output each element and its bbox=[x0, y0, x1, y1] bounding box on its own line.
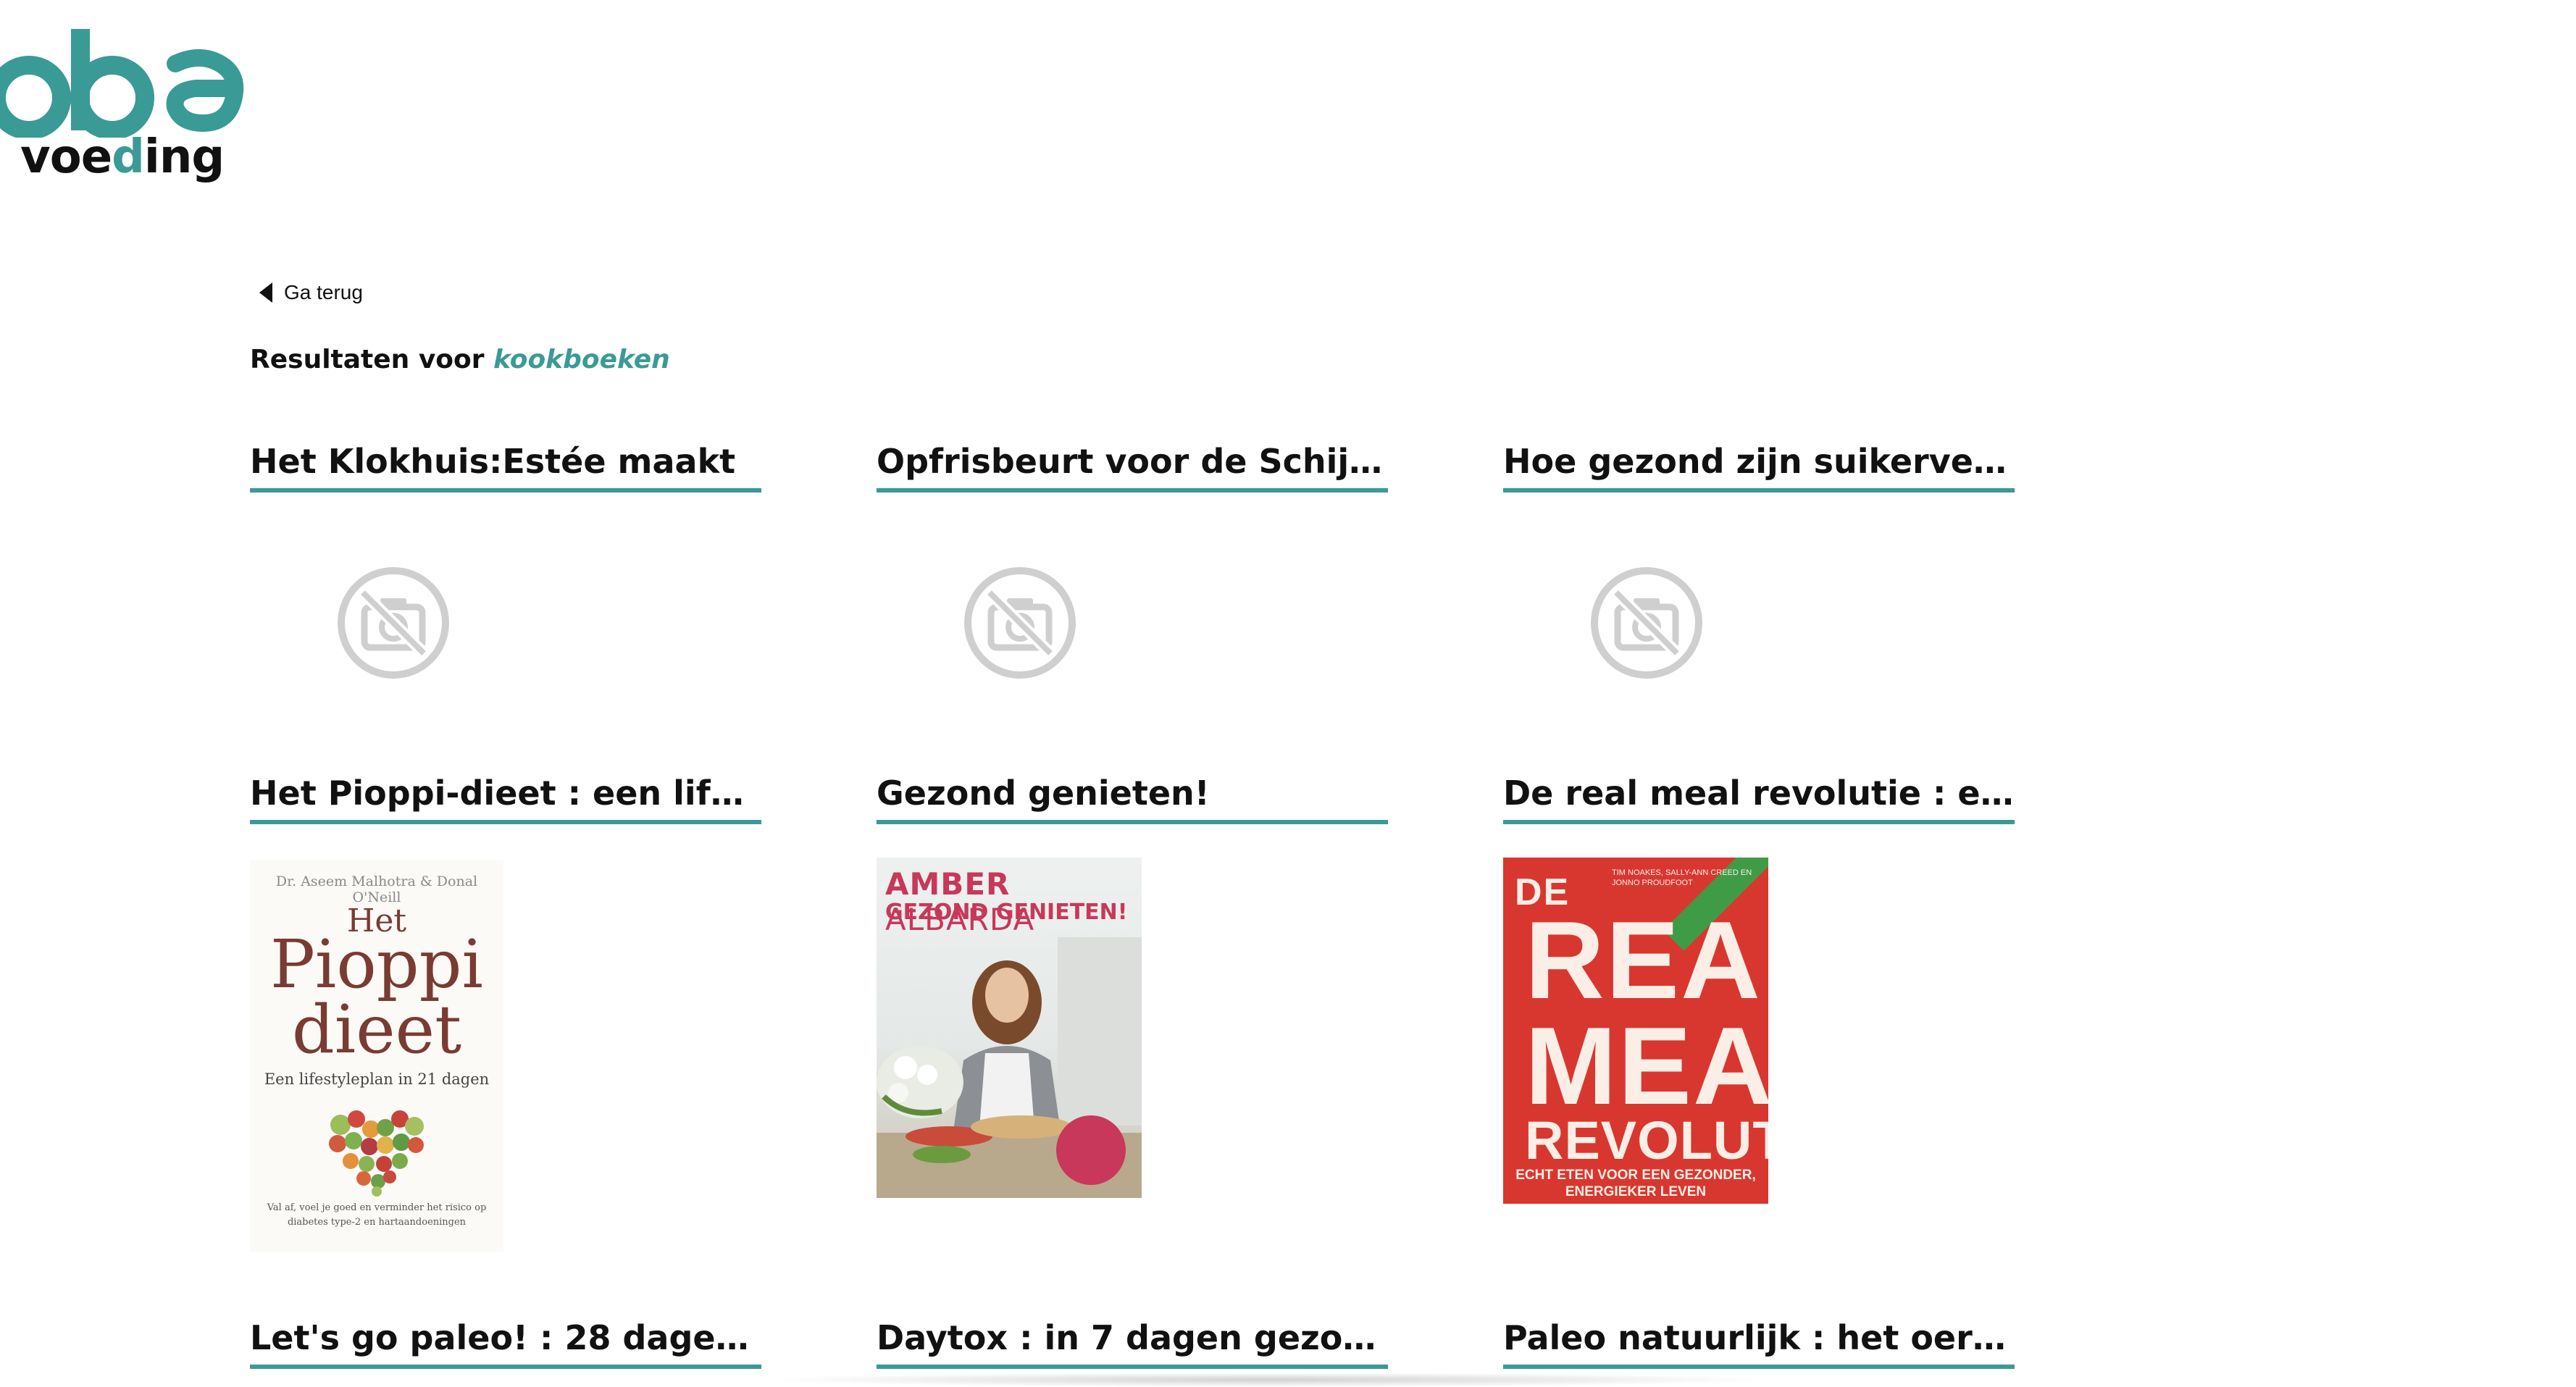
result-item[interactable]: De real meal revolutie : echt ... bbox=[1503, 774, 2015, 824]
results-prefix: Resultaten voor bbox=[250, 345, 485, 374]
cover-badge bbox=[1056, 1115, 1126, 1185]
bottom-shadow bbox=[761, 1373, 1775, 1387]
oba-logo-mark bbox=[0, 29, 244, 138]
cover-title-line: MEAL bbox=[1525, 1005, 1768, 1128]
result-item[interactable]: Let's go paleo! : 28 dagen re... bbox=[250, 1318, 761, 1369]
result-title[interactable]: Hoe gezond zijn suikerverva... bbox=[1503, 442, 2015, 493]
result-title[interactable]: Het Pioppi-dieet : een lifesty... bbox=[250, 774, 761, 824]
result-item[interactable]: Gezond genieten! bbox=[877, 774, 1388, 824]
result-item[interactable]: Hoe gezond zijn suikerverva... bbox=[1503, 442, 2015, 493]
result-item[interactable]: Het Pioppi-dieet : een lifesty... bbox=[250, 774, 761, 824]
result-title[interactable]: Let's go paleo! : 28 dagen re... bbox=[250, 1318, 761, 1369]
no-image-icon bbox=[964, 567, 1076, 679]
cover-title-line: dieet bbox=[291, 991, 462, 1068]
result-title[interactable]: Daytox : in 7 dagen gezond ... bbox=[877, 1318, 1388, 1369]
book-cover-pioppi[interactable]: Dr. Aseem Malhotra & Donal O'Neill Het P… bbox=[250, 860, 503, 1252]
back-link[interactable]: Ga terug bbox=[259, 281, 363, 304]
logo-subtitle: voeding bbox=[20, 130, 225, 184]
result-item[interactable]: Opfrisbeurt voor de Schijf va... bbox=[877, 442, 1388, 493]
book-cover-real-meal[interactable]: TIM NOAKES, SALLY-ANN CREED EN JONNO PRO… bbox=[1503, 858, 1768, 1204]
back-label: Ga terug bbox=[284, 281, 363, 303]
no-image-icon bbox=[1591, 567, 1702, 679]
cover-subtitle: Een lifestyleplan in 21 dagen bbox=[264, 1070, 490, 1088]
result-title[interactable]: Opfrisbeurt voor de Schijf va... bbox=[877, 442, 1388, 493]
cover-title: GEZOND GENIETEN! bbox=[885, 900, 1128, 925]
back-arrow-icon bbox=[259, 282, 272, 303]
cover-title-line: Pioppi bbox=[270, 926, 483, 1003]
cover-footer: Val af, voel je goed en verminder het ri… bbox=[267, 1202, 487, 1228]
cover-author: Dr. Aseem Malhotra & Donal O'Neill bbox=[275, 873, 478, 905]
no-image-icon bbox=[338, 567, 449, 679]
vegetable-heart-icon bbox=[329, 1110, 424, 1197]
result-title[interactable]: Het Klokhuis:Estée maakt bbox=[250, 442, 761, 493]
result-title[interactable]: De real meal revolutie : echt ... bbox=[1503, 774, 2015, 824]
cover-tagline: ECHT ETEN VOOR EEN GEZONDER, ENERGIEKER … bbox=[1515, 1168, 1756, 1199]
cover-authors: TIM NOAKES, SALLY-ANN CREED EN JONNO PRO… bbox=[1612, 868, 1752, 888]
result-item[interactable]: Paleo natuurlijk : het oervoe... bbox=[1503, 1318, 2015, 1369]
logo[interactable]: voeding bbox=[0, 22, 254, 203]
results-query: kookboeken bbox=[493, 345, 670, 374]
cover-title-line: REAL bbox=[1525, 899, 1768, 1022]
result-title[interactable]: Paleo natuurlijk : het oervoe... bbox=[1503, 1318, 2015, 1369]
book-cover-gezond-genieten[interactable]: AMBER ALBARDA GEZOND GENIETEN! bbox=[877, 858, 1142, 1198]
cover-title-line: REVOLUTIE bbox=[1525, 1110, 1768, 1170]
result-item[interactable]: Daytox : in 7 dagen gezond ... bbox=[877, 1318, 1388, 1369]
result-item[interactable]: Het Klokhuis:Estée maakt bbox=[250, 442, 761, 493]
result-title[interactable]: Gezond genieten! bbox=[877, 774, 1388, 824]
results-heading: Resultaten voor kookboeken bbox=[250, 345, 670, 374]
